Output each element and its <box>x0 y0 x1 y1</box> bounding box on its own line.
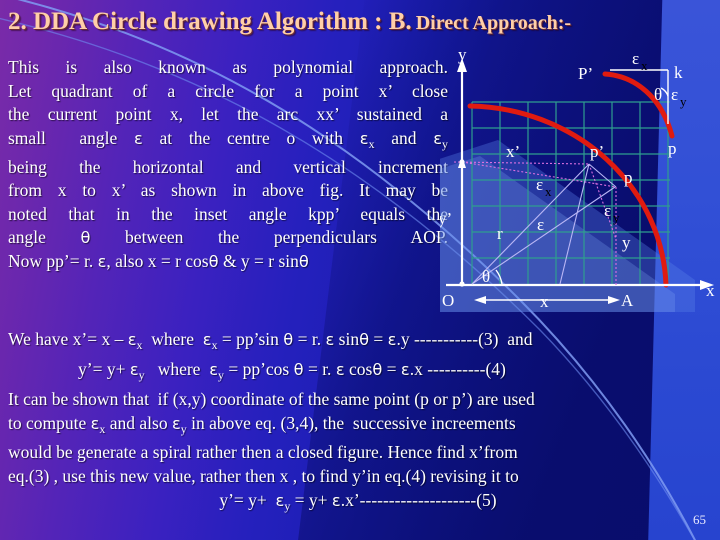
body-line: being the horizontal and vertical increm… <box>8 156 448 177</box>
label-x-dimension: x <box>540 292 549 311</box>
svg-text:y: y <box>613 210 620 225</box>
equation-line-3: We have x’= x – εx where εx = pp’sin θ =… <box>8 329 533 352</box>
label-y-dimension: y <box>622 233 631 252</box>
label-p-prime-inner: p’ <box>590 142 604 161</box>
equation-line-note4: eq.(3) , use this new value, rather then… <box>8 466 519 487</box>
equation-line-4: y’= y+ εy where εy = pp’cos θ = r. ε cos… <box>78 358 506 382</box>
body-line: noted that in the inset angle kpp’ equal… <box>8 203 448 224</box>
label-x-prime: x’ <box>506 142 520 161</box>
svg-text:ε: ε <box>604 201 611 220</box>
page-title: 2. DDA Circle drawing Algorithm : B. Dir… <box>8 8 714 36</box>
label-p-inner: p <box>624 168 633 187</box>
body-line: angle θ between the perpendiculars AOP. <box>8 227 448 248</box>
label-epsilon: ε <box>537 215 544 234</box>
svg-text:y: y <box>680 94 687 109</box>
svg-text:ε: ε <box>632 49 639 68</box>
label-radius-r: r <box>497 224 503 243</box>
page-title-main: 2. DDA Circle drawing Algorithm : B. <box>8 8 412 35</box>
body-paragraph: This is also known as polynomial approac… <box>8 56 448 273</box>
label-theta-inset: θ <box>654 85 662 104</box>
body-line: Now pp’= r. ε, also x = r cosθ & y = r s… <box>8 250 309 271</box>
equation-line-5: y’= y+ εy = y+ ε.x’--------------------(… <box>219 490 497 514</box>
equation-line-note2: to compute εx and also εy in above eq. (… <box>8 412 516 436</box>
label-p-inset: p <box>668 139 677 158</box>
label-x-axis: x <box>706 281 715 300</box>
svg-text:x: x <box>641 58 648 73</box>
page-title-sub: Direct Approach:- <box>415 12 572 34</box>
equation-block: We have x’= x – εx where εx = pp’sin θ =… <box>8 327 708 518</box>
label-y-prime: y’ <box>440 209 452 228</box>
body-line: This is also known as polynomial approac… <box>8 57 448 77</box>
label-origin: O <box>442 291 454 310</box>
label-k-inset: k <box>674 63 683 82</box>
label-y-axis: y <box>458 45 467 64</box>
label-p-prime-inset: P’ <box>578 64 593 83</box>
slide-canvas: 2. DDA Circle drawing Algorithm : B. Dir… <box>0 0 720 540</box>
label-epsilon-y-inset: ε y <box>671 85 687 109</box>
label-theta-main: θ <box>482 267 490 286</box>
label-foot-point-a: A <box>621 291 634 310</box>
svg-text:x: x <box>545 184 552 199</box>
circle-diagram: y O A x y’ x’ x y p’ p r ε θ ε x ε y P’ … <box>440 44 720 312</box>
body-line: the current point x, let the arc xx’ sus… <box>8 104 448 124</box>
equation-line-note1: It can be shown that if (x,y) coordinate… <box>8 388 535 409</box>
body-line: from x to x’ as shown in above fig. It m… <box>8 180 448 201</box>
svg-text:ε: ε <box>536 175 543 194</box>
page-number: 65 <box>693 512 706 527</box>
svg-text:ε: ε <box>671 85 678 104</box>
body-line: small angle ε at the centre o with εx an… <box>8 127 448 151</box>
body-line: Let quadrant of a circle for a point x’ … <box>8 80 448 101</box>
equation-line-note3: would be generate a spiral rather then a… <box>8 442 518 463</box>
